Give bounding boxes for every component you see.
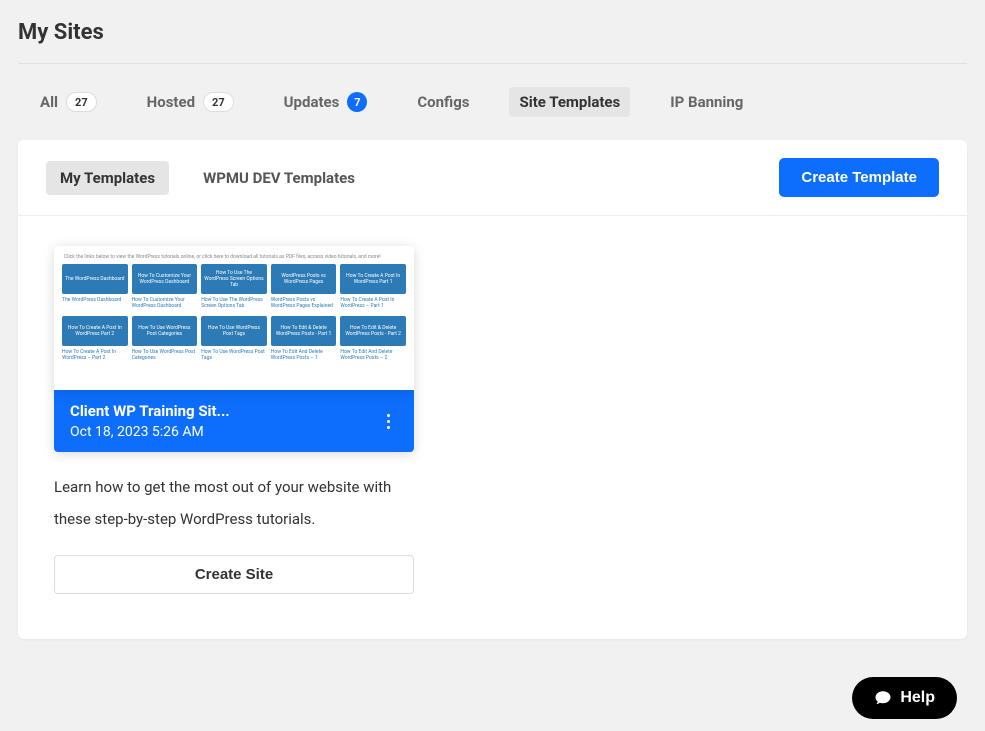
tab-hosted-label: Hosted: [147, 93, 195, 111]
thumb-row-2: How To Create A Post In WordPress Part 2…: [60, 316, 408, 364]
tab-site-templates[interactable]: Site Templates: [509, 87, 630, 117]
template-thumbnail: Click the links below to view the WordPr…: [54, 246, 414, 390]
tab-hosted[interactable]: Hosted 27: [137, 86, 244, 118]
tab-updates-count: 7: [347, 92, 367, 112]
tab-configs-label: Configs: [417, 93, 469, 111]
tab-hosted-count: 27: [203, 92, 234, 112]
tab-configs[interactable]: Configs: [407, 87, 479, 117]
create-site-button[interactable]: Create Site: [54, 555, 414, 594]
template-card: Click the links below to view the WordPr…: [54, 246, 414, 594]
tab-ip-banning[interactable]: IP Banning: [660, 87, 753, 117]
subtab-my-templates[interactable]: My Templates: [46, 161, 169, 195]
tab-updates[interactable]: Updates 7: [274, 86, 378, 118]
help-button[interactable]: Help: [852, 677, 957, 719]
tab-all[interactable]: All 27: [30, 86, 107, 118]
template-menu-button[interactable]: [378, 410, 398, 433]
main-tabs: All 27 Hosted 27 Updates 7 Configs Site …: [0, 64, 985, 140]
tab-updates-label: Updates: [284, 93, 340, 111]
help-label: Help: [900, 689, 935, 707]
subtab-wpmudev-templates[interactable]: WPMU DEV Templates: [189, 161, 369, 195]
tab-all-count: 27: [66, 92, 97, 112]
thumb-row-1: The WordPress DashboardThe WordPress Das…: [60, 264, 408, 312]
template-card-header: Client WP Training Sit... Oct 18, 2023 5…: [54, 390, 414, 452]
subtabs-row: My Templates WPMU DEV Templates Create T…: [18, 140, 967, 216]
create-template-button[interactable]: Create Template: [779, 158, 939, 197]
page-title: My Sites: [0, 0, 985, 63]
template-description: Learn how to get the most out of your we…: [54, 452, 414, 555]
subtabs: My Templates WPMU DEV Templates: [46, 161, 369, 195]
tab-site-templates-label: Site Templates: [519, 93, 620, 111]
thumb-header-text: Click the links below to view the WordPr…: [60, 252, 408, 264]
template-title: Client WP Training Sit...: [70, 402, 230, 420]
chat-icon: [874, 689, 892, 707]
content-card: My Templates WPMU DEV Templates Create T…: [18, 140, 967, 639]
template-date: Oct 18, 2023 5:26 AM: [70, 424, 230, 440]
tab-all-label: All: [40, 93, 58, 111]
tab-ip-banning-label: IP Banning: [670, 93, 743, 111]
template-grid: Click the links below to view the WordPr…: [18, 216, 967, 639]
